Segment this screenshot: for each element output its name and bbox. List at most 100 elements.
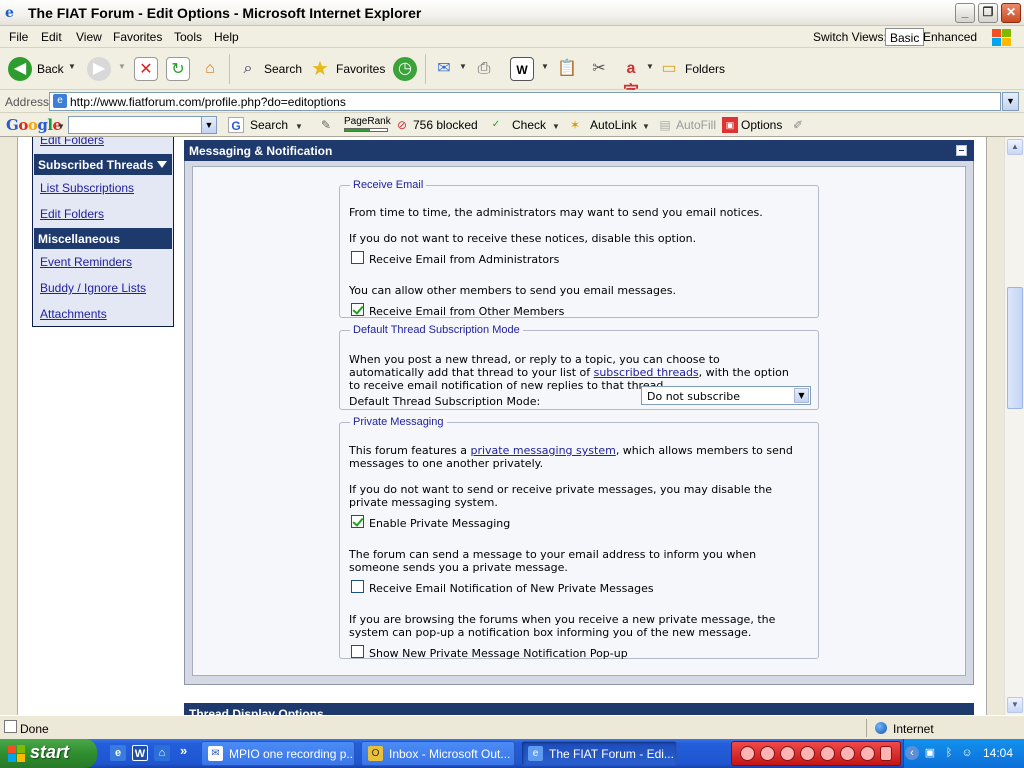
collapse-icon[interactable] [956,145,967,156]
minimize-button[interactable]: _ [955,3,975,23]
receive-member-email-label[interactable]: Receive Email from Other Members [369,305,564,318]
menu-help[interactable]: Help [214,30,239,44]
quicklaunch-ie-icon[interactable]: e [110,745,126,761]
enable-pm-label[interactable]: Enable Private Messaging [369,517,510,530]
enable-pm-checkbox[interactable] [351,515,364,528]
network-icon[interactable]: ▣ [923,746,937,760]
task-inbox[interactable]: O Inbox - Microsoft Out... [361,741,515,766]
back-arrow-icon[interactable]: ◀ [8,57,32,81]
sidebar-link-list-subscriptions[interactable]: List Subscriptions [40,181,134,195]
google-search-button[interactable]: Search [250,118,288,132]
forward-dropdown-icon[interactable]: ▼ [118,62,126,71]
menu-tools[interactable]: Tools [174,30,202,44]
mail-dropdown-icon[interactable]: ▼ [459,62,467,71]
select-dropdown-icon[interactable]: ▼ [794,388,809,403]
subscription-mode-select[interactable]: Do not subscribe ▼ [641,386,811,405]
autofill-icon[interactable]: ▤ [657,117,673,133]
translate-icon[interactable]: a字 [619,57,643,101]
google-search-options-icon[interactable]: ▼ [295,122,303,131]
autolink-button[interactable]: AutoLink [590,118,637,132]
home-icon[interactable]: ⌂ [198,57,222,81]
bluetooth-icon[interactable]: ᛒ [942,746,956,760]
folders-icon[interactable]: ▭ [657,57,681,81]
sidebar-link-attachments[interactable]: Attachments [40,307,107,321]
menu-edit[interactable]: Edit [41,30,62,44]
media-volume-icon[interactable] [860,746,875,761]
private-messaging-system-link[interactable]: private messaging system [470,444,615,457]
autolink-icon[interactable]: ✶ [567,117,583,133]
menu-favorites[interactable]: Favorites [113,30,162,44]
favorites-star-icon[interactable]: ★ [308,57,332,81]
address-input[interactable]: http://www.fiatforum.com/profile.php?do=… [49,92,1001,111]
word-edit-icon[interactable]: W [510,57,534,81]
popup-blocker-icon[interactable]: ⊘ [394,117,410,133]
maximize-button[interactable]: ❐ [978,3,998,23]
clipboard-icon[interactable]: 📋 [555,57,579,81]
options-icon[interactable]: ▣ [722,117,738,133]
sidebar-link-buddy-ignore-lists[interactable]: Buddy / Ignore Lists [40,281,146,295]
print-icon[interactable]: ⎙ [472,57,496,81]
google-search-dropdown-icon[interactable]: ▼ [201,116,217,134]
view-basic-button[interactable]: Basic [885,28,925,46]
translate-dropdown-icon[interactable]: ▼ [646,62,654,71]
sidebar-link-edit-folders-top[interactable]: Edit Folders [40,137,104,147]
spellcheck-icon[interactable]: ✓ [488,117,504,133]
pm-popup-label[interactable]: Show New Private Message Notification Po… [369,647,628,660]
media-menu-icon[interactable] [740,746,755,761]
scrollbar-thumb[interactable] [1007,287,1023,409]
media-previous-icon[interactable] [820,746,835,761]
sidebar-link-edit-folders[interactable]: Edit Folders [40,207,104,221]
stop-icon[interactable]: ✕ [134,57,158,81]
media-restore-icon[interactable] [880,746,892,761]
quicklaunch-more-icon[interactable]: » [180,743,187,758]
close-button[interactable]: ✕ [1001,3,1021,23]
refresh-icon[interactable]: ↻ [166,57,190,81]
options-button[interactable]: Options [741,118,782,132]
media-play-icon[interactable] [760,746,775,761]
view-enhanced-button[interactable]: Enhanced [923,30,977,44]
scroll-up-icon[interactable]: ▲ [1007,139,1023,155]
pm-email-notify-checkbox[interactable] [351,580,364,593]
autolink-dropdown-icon[interactable]: ▼ [642,122,650,131]
favorites-button[interactable]: Favorites [336,62,385,76]
sidebar-link-event-reminders[interactable]: Event Reminders [40,255,132,269]
check-dropdown-icon[interactable]: ▼ [552,122,560,131]
address-dropdown-icon[interactable]: ▼ [1002,92,1019,111]
pencil-icon[interactable]: ✐ [790,117,806,133]
tray-expand-icon[interactable]: ‹ [905,746,919,760]
google-menu-dropdown-icon[interactable]: ▼ [57,122,65,131]
media-stop-icon[interactable] [800,746,815,761]
history-icon[interactable]: ◷ [393,57,417,81]
check-button[interactable]: Check [512,118,546,132]
search-icon[interactable]: ⌕ [236,57,260,81]
quicklaunch-word-icon[interactable]: W [132,745,148,761]
sidebar-heading-subscribed-threads[interactable]: Subscribed Threads [34,154,172,175]
receive-member-email-checkbox[interactable] [351,303,364,316]
vertical-scrollbar[interactable]: ▲ ▼ [1004,137,1024,715]
media-next-icon[interactable] [840,746,855,761]
highlight-icon[interactable]: ✎ [318,117,334,133]
user-status-icon[interactable]: ☺ [960,746,974,760]
pm-popup-checkbox[interactable] [351,645,364,658]
scroll-down-icon[interactable]: ▼ [1007,697,1023,713]
receive-admin-email-label[interactable]: Receive Email from Administrators [369,253,559,266]
edit-dropdown-icon[interactable]: ▼ [541,62,549,71]
mail-icon[interactable]: ✉ [432,57,456,81]
popup-blocked-count[interactable]: 756 blocked [413,118,478,132]
task-mpio[interactable]: ✉ MPIO one recording p... [201,741,355,766]
google-logo[interactable]: Google [6,116,62,134]
google-search-input[interactable] [68,116,202,134]
menu-file[interactable]: File [9,30,28,44]
task-fiat-forum[interactable]: e The FIAT Forum - Edi... [521,741,677,766]
quicklaunch-explorer-icon[interactable]: ⌂ [154,745,170,761]
autofill-button[interactable]: AutoFill [676,118,716,132]
back-dropdown-icon[interactable]: ▼ [68,62,76,71]
scissors-icon[interactable]: ✂ [587,57,611,81]
media-pause-icon[interactable] [780,746,795,761]
folders-button[interactable]: Folders [685,62,725,76]
menu-view[interactable]: View [76,30,102,44]
pm-email-notify-label[interactable]: Receive Email Notification of New Privat… [369,582,654,595]
google-search-icon[interactable]: G [228,117,244,133]
back-button[interactable]: Back [37,62,64,76]
receive-admin-email-checkbox[interactable] [351,251,364,264]
